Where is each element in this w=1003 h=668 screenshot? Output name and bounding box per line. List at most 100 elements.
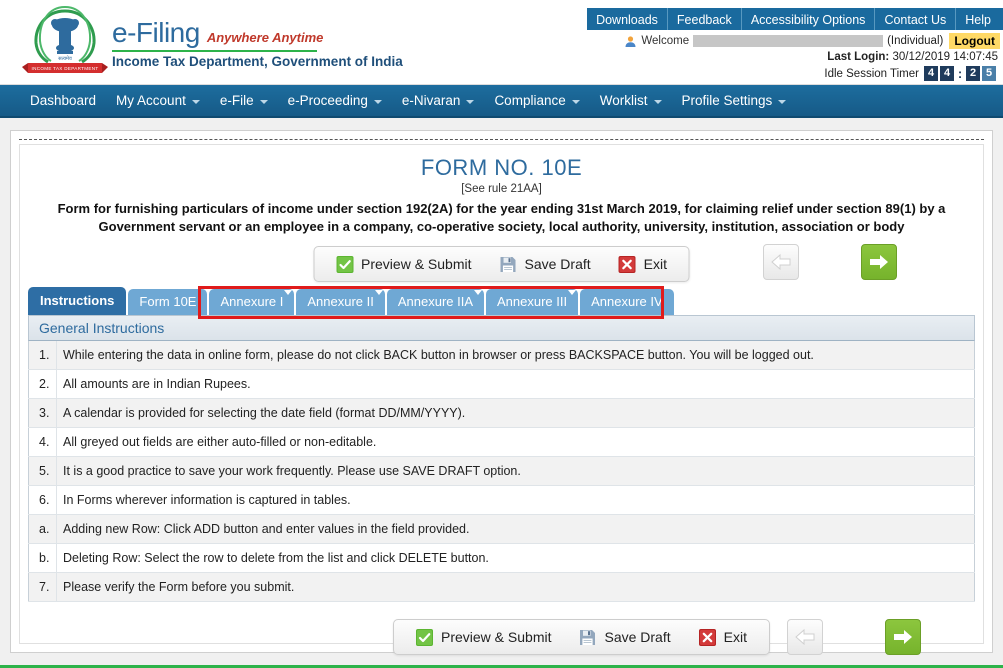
tab-form-10e[interactable]: Form 10E	[128, 289, 208, 315]
nav-item-e-nivaran[interactable]: e-Nivaran	[392, 84, 485, 117]
timer-digit-3: 2	[966, 66, 980, 81]
nav-item-e-file-label: e-File	[219, 93, 254, 108]
nav-item-e-nivaran-label: e-Nivaran	[401, 93, 461, 108]
top-link-contact-us[interactable]: Contact Us	[875, 8, 957, 30]
preview-submit-button-bottom[interactable]: Preview & Submit	[402, 628, 565, 646]
idle-session-timer: Idle Session Timer 4 4 : 2 5	[824, 66, 998, 81]
nav-item-compliance[interactable]: Compliance	[484, 84, 589, 117]
arrow-right-icon	[894, 630, 912, 644]
instruction-text: A calendar is provided for selecting the…	[56, 398, 975, 428]
nav-item-e-proceeding[interactable]: e-Proceeding	[278, 84, 392, 117]
exit-label: Exit	[643, 256, 667, 272]
tab-annexure-iia[interactable]: Annexure IIA	[386, 289, 485, 315]
tab-instructions[interactable]: Instructions	[28, 287, 127, 315]
table-row: 2. All amounts are in Indian Rupees.	[28, 369, 975, 399]
instruction-text: All greyed out fields are either auto-fi…	[56, 427, 975, 457]
welcome-row: Welcome (Individual) Logout	[624, 33, 1000, 49]
nav-item-worklist-label: Worklist	[599, 93, 648, 108]
table-row: 1. While entering the data in online for…	[28, 341, 975, 370]
page-root: सत्यमेव INCOME TAX DEPARTMENT e-Filing A…	[0, 0, 1003, 668]
chevron-down-icon	[373, 100, 382, 104]
tab-form-10e-label: Form 10E	[139, 294, 197, 309]
close-icon	[698, 628, 716, 646]
top-link-help[interactable]: Help	[956, 8, 1003, 30]
nav-item-my-account[interactable]: My Account	[106, 84, 210, 117]
last-login-info: Last Login: 30/12/2019 14:07:45	[827, 51, 998, 63]
tab-annexure-i[interactable]: Annexure I	[209, 289, 295, 315]
save-draft-button-bottom[interactable]: Save Draft	[565, 629, 684, 646]
instruction-number: 6.	[28, 485, 57, 515]
section-header-general-instructions: General Instructions	[28, 315, 975, 341]
svg-text:INCOME TAX DEPARTMENT: INCOME TAX DEPARTMENT	[32, 66, 99, 71]
table-row: 5. It is a good practice to save your wo…	[28, 456, 975, 486]
floppy-disk-icon	[579, 629, 596, 646]
save-draft-label-bottom: Save Draft	[604, 629, 671, 645]
table-row: 3. A calendar is provided for selecting …	[28, 398, 975, 428]
table-row: b. Deleting Row: Select the row to delet…	[28, 543, 975, 573]
floppy-disk-icon	[500, 256, 517, 273]
content-dashed-frame: FORM NO. 10E [See rule 21AA] Form for fu…	[19, 139, 984, 644]
tab-annexure-iii-label: Annexure III	[497, 294, 568, 309]
instruction-text: While entering the data in online form, …	[56, 341, 975, 370]
table-row: 4. All greyed out fields are either auto…	[28, 427, 975, 457]
content-panel: FORM NO. 10E [See rule 21AA] Form for fu…	[10, 130, 993, 653]
form-tabs: Instructions Form 10E Annexure I Annexur…	[28, 286, 975, 319]
save-draft-button[interactable]: Save Draft	[486, 256, 605, 273]
last-login-value: 30/12/2019 14:07:45	[892, 51, 998, 63]
instruction-text: It is a good practice to save your work …	[56, 456, 975, 486]
tab-annexure-iv[interactable]: Annexure IV	[580, 289, 674, 315]
instruction-number: 4.	[28, 427, 57, 457]
brand-efiling-title: e-Filing	[112, 17, 200, 48]
svg-text:सत्यमेव: सत्यमेव	[58, 55, 72, 62]
instruction-number: 7.	[28, 572, 57, 602]
top-toolbar-button-group: Preview & Submit Save Draft Exit	[313, 246, 690, 282]
preview-submit-button[interactable]: Preview & Submit	[322, 255, 485, 273]
nav-item-profile-settings[interactable]: Profile Settings	[672, 84, 797, 117]
instruction-text: Adding new Row: Click ADD button and ent…	[56, 514, 975, 544]
nav-item-worklist[interactable]: Worklist	[590, 84, 672, 117]
nav-item-dashboard[interactable]: Dashboard	[20, 84, 106, 117]
next-page-button-bottom[interactable]	[885, 619, 921, 655]
top-link-feedback[interactable]: Feedback	[668, 8, 742, 30]
form-card: FORM NO. 10E [See rule 21AA] Form for fu…	[19, 144, 984, 644]
next-page-button[interactable]	[861, 244, 897, 280]
nav-item-e-proceeding-label: e-Proceeding	[287, 93, 368, 108]
top-link-accessibility-options[interactable]: Accessibility Options	[742, 8, 876, 30]
tab-annexure-ii[interactable]: Annexure II	[296, 289, 385, 315]
close-icon	[618, 255, 636, 273]
instruction-number: a.	[28, 514, 57, 544]
previous-page-button-bottom	[787, 619, 823, 655]
nav-item-compliance-label: Compliance	[494, 93, 566, 108]
preview-submit-label-bottom: Preview & Submit	[441, 629, 552, 645]
idle-session-timer-label: Idle Session Timer	[824, 67, 919, 80]
timer-digit-2: 4	[940, 66, 954, 81]
save-draft-label: Save Draft	[524, 256, 591, 272]
main-navigation-bar: Dashboard My Account e-File e-Proceeding…	[0, 85, 1003, 118]
table-row: 6. In Forms wherever information is capt…	[28, 485, 975, 515]
logout-button[interactable]: Logout	[949, 33, 1000, 49]
brand-department: Income Tax Department, Government of Ind…	[112, 54, 403, 69]
preview-submit-label: Preview & Submit	[361, 256, 472, 272]
instruction-number: 5.	[28, 456, 57, 486]
user-name-redacted	[693, 35, 884, 47]
nav-item-e-file[interactable]: e-File	[210, 84, 278, 117]
exit-button[interactable]: Exit	[605, 255, 681, 273]
tab-annexure-iii[interactable]: Annexure III	[486, 289, 579, 315]
tab-annexure-iv-label: Annexure IV	[591, 294, 663, 309]
site-header: सत्यमेव INCOME TAX DEPARTMENT e-Filing A…	[0, 0, 1003, 85]
nav-item-dashboard-label: Dashboard	[30, 93, 97, 108]
top-link-downloads[interactable]: Downloads	[587, 8, 668, 30]
brand-text: e-Filing Anywhere Anytime Income Tax Dep…	[112, 13, 403, 69]
bottom-toolbar-button-group: Preview & Submit Save Draft Exit	[393, 619, 770, 655]
exit-button-bottom[interactable]: Exit	[685, 628, 761, 646]
welcome-label: Welcome	[641, 35, 690, 47]
form-rule-reference: [See rule 21AA]	[461, 183, 542, 195]
check-icon	[336, 255, 354, 273]
last-login-label: Last Login:	[827, 51, 890, 63]
arrow-left-icon	[795, 628, 815, 646]
chevron-down-icon	[259, 100, 268, 104]
top-pager-arrows	[763, 244, 897, 280]
instruction-number: b.	[28, 543, 57, 573]
instruction-text: Please verify the Form before you submit…	[56, 572, 975, 602]
brand-logo-block: सत्यमेव INCOME TAX DEPARTMENT e-Filing A…	[22, 3, 403, 79]
